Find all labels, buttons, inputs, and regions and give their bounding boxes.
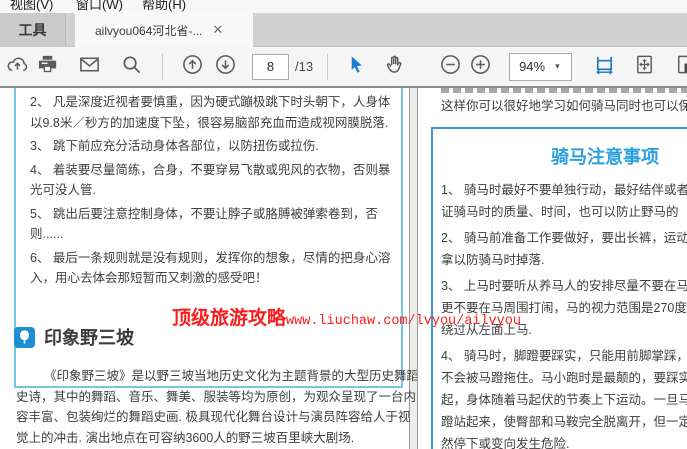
- balloon-icon: [14, 327, 35, 348]
- doc-text-line: 不会被马蹬拖住。马小跑时是最颠的，要踩实: [441, 367, 687, 389]
- zoom-level-select[interactable]: 94% ▾: [509, 53, 572, 81]
- doc-text-line: 入，用心去体会那短暂而又刺激的感受吧！: [30, 268, 401, 289]
- doc-text-line: 2、 凡是深度近视者要慎重，因为硬式蹦极跳下时头朝下，人身体: [30, 92, 401, 113]
- arrow-down-circle-icon: [214, 53, 237, 81]
- doc-text-line: 4、 着装要尽量简练，合身，不要穿易飞散或兜风的衣物，否则暴: [30, 160, 401, 181]
- zoom-in-button[interactable]: [465, 52, 495, 82]
- doc-text-line: 1、 骑马时最好不要单独行动，最好结伴或者: [441, 179, 687, 201]
- read-mode-button[interactable]: [669, 52, 687, 82]
- section-title: 印象野三坡: [44, 324, 134, 350]
- print-button[interactable]: [32, 52, 62, 82]
- fit-width-button[interactable]: [589, 52, 619, 82]
- doc-text-line: 4、 骑马时，脚蹬要踩实，只能用前脚掌踩，: [441, 345, 687, 367]
- clipped-text-line: [441, 88, 687, 93]
- doc-text-line: 《印象野三坡》是以野三坡当地历史文化为主题背景的大型历史舞蹈: [16, 366, 419, 387]
- doc-text-line: 2、 骑马前准备工作要做好，要出长裤，运动: [441, 227, 687, 249]
- doc-text-line: 光可没人管.: [30, 180, 401, 201]
- cursor-arrow-icon: [345, 53, 368, 81]
- doc-text-line: 绕过从左面上马.: [441, 319, 687, 341]
- tab-bar: 工具 ailvyou064河北省-... ✕: [0, 13, 687, 47]
- tab-tools[interactable]: 工具: [0, 13, 66, 47]
- hand-tool-button[interactable]: [379, 52, 409, 82]
- zoom-level-value: 94%: [519, 59, 545, 74]
- tips-box-riding: 骑马注意事项 1、 骑马时最好不要单独行动，最好结伴或者 证骑马时的质量、时间，…: [431, 127, 687, 449]
- doc-text-line: 觉上的冲击. 演出地点在可容纳3600人的野三坡百里峡大剧场.: [16, 428, 419, 449]
- menu-view[interactable]: 视图(V): [10, 0, 53, 13]
- doc-text-line: 起，身体随着马起伏的节奏上下运动。一旦马: [441, 389, 687, 411]
- doc-text-line: 更不要在马周围打闹，马的视力范围是270度: [441, 297, 687, 319]
- menu-window[interactable]: 窗口(W): [76, 0, 123, 13]
- arrow-up-circle-icon: [181, 53, 204, 81]
- next-page-button[interactable]: [210, 52, 240, 82]
- doc-text-line: 这样你可以很好地学习如何骑马同时也可以保障: [441, 96, 687, 117]
- fit-page-button[interactable]: [629, 52, 659, 82]
- fit-width-icon: [593, 53, 616, 81]
- section-heading-yesanpo: 印象野三坡: [14, 324, 134, 350]
- document-area[interactable]: 2、 凡是深度近视者要慎重，因为硬式蹦极跳下时头朝下，人身体 以9.8米／秒方的…: [0, 88, 687, 449]
- minus-circle-icon: [439, 53, 462, 81]
- printer-icon: [36, 53, 59, 81]
- page-total-label: /13: [295, 59, 313, 74]
- riding-box-title: 骑马注意事项: [551, 143, 687, 169]
- menu-bar: 视图(V) 窗口(W) 帮助(H): [0, 0, 687, 13]
- doc-text-line: 3、 跳下前应充分活动身体各部位，以防扭伤或拉伤.: [30, 136, 401, 157]
- hand-icon: [383, 53, 406, 81]
- toolbar-separator: [327, 54, 328, 80]
- open-file-button[interactable]: [2, 52, 32, 82]
- email-button[interactable]: [74, 52, 104, 82]
- document-tab-label: ailvyou064河北省-...: [95, 22, 202, 39]
- cloud-open-icon: [6, 53, 29, 81]
- zoom-out-button[interactable]: [435, 52, 465, 82]
- envelope-icon: [78, 53, 101, 81]
- doc-text-line: 则......: [30, 224, 401, 245]
- doc-text-line: 6、 最后一条规则就是没有规则，发挥你的想象，尽情的把身心溶: [30, 248, 401, 269]
- close-tab-icon[interactable]: ✕: [212, 22, 223, 38]
- tab-document[interactable]: ailvyou064河北省-... ✕: [75, 13, 253, 47]
- doc-text-line: 拿以防骑马时掉落.: [441, 249, 687, 271]
- pdf-page-right: 这样你可以很好地学习如何骑马同时也可以保障 骑马注意事项 1、 骑马时最好不要单…: [417, 88, 687, 449]
- doc-text-line: 5、 跳出后要注意控制身体，不要让脖子或胳膊被弹索卷到，否: [30, 204, 401, 225]
- doc-text-line: 3、 上马时要听从养马人的安排尽量不要在马: [441, 275, 687, 297]
- toolbar-separator: [162, 54, 163, 80]
- pdf-viewer-window: 视图(V) 窗口(W) 帮助(H) 工具 ailvyou064河北省-... ✕: [0, 0, 687, 449]
- pdf-page-left: 2、 凡是深度近视者要慎重，因为硬式蹦极跳下时头朝下，人身体 以9.8米／秒方的…: [0, 88, 410, 449]
- menu-help[interactable]: 帮助(H): [142, 0, 186, 13]
- doc-text-line: 以9.8米／秒方的加速度下坠，很容易脑部充血而造成视网膜脱落.: [30, 113, 401, 134]
- search-button[interactable]: [116, 52, 146, 82]
- select-tool-button[interactable]: [341, 52, 371, 82]
- previous-page-button[interactable]: [177, 52, 207, 82]
- chevron-down-icon: ▾: [555, 61, 560, 72]
- page-number-input[interactable]: [252, 54, 289, 80]
- doc-text-line: 史诗，其中的舞蹈、音乐、舞美、服装等均为原创，为观众呈现了一台内: [16, 387, 419, 408]
- doc-text-line: 蹬站起来，使臀部和马鞍完全脱离开，但一定: [441, 411, 687, 433]
- read-mode-icon: [673, 53, 687, 81]
- main-toolbar: /13: [0, 47, 687, 88]
- yesanpo-paragraph-1: 《印象野三坡》是以野三坡当地历史文化为主题背景的大型历史舞蹈 史诗，其中的舞蹈、…: [16, 366, 419, 448]
- plus-circle-icon: [469, 53, 492, 81]
- doc-text-line: 然停下或变向发生危险.: [441, 433, 687, 449]
- search-icon: [120, 53, 143, 81]
- fit-page-icon: [633, 53, 656, 81]
- doc-text-line: 证骑马时的质量、时间，也可以防止野马的: [441, 201, 687, 223]
- doc-text-line: 容丰富、包装绚烂的舞蹈史画. 极具现代化舞台设计与演员阵容给人于视: [16, 407, 419, 428]
